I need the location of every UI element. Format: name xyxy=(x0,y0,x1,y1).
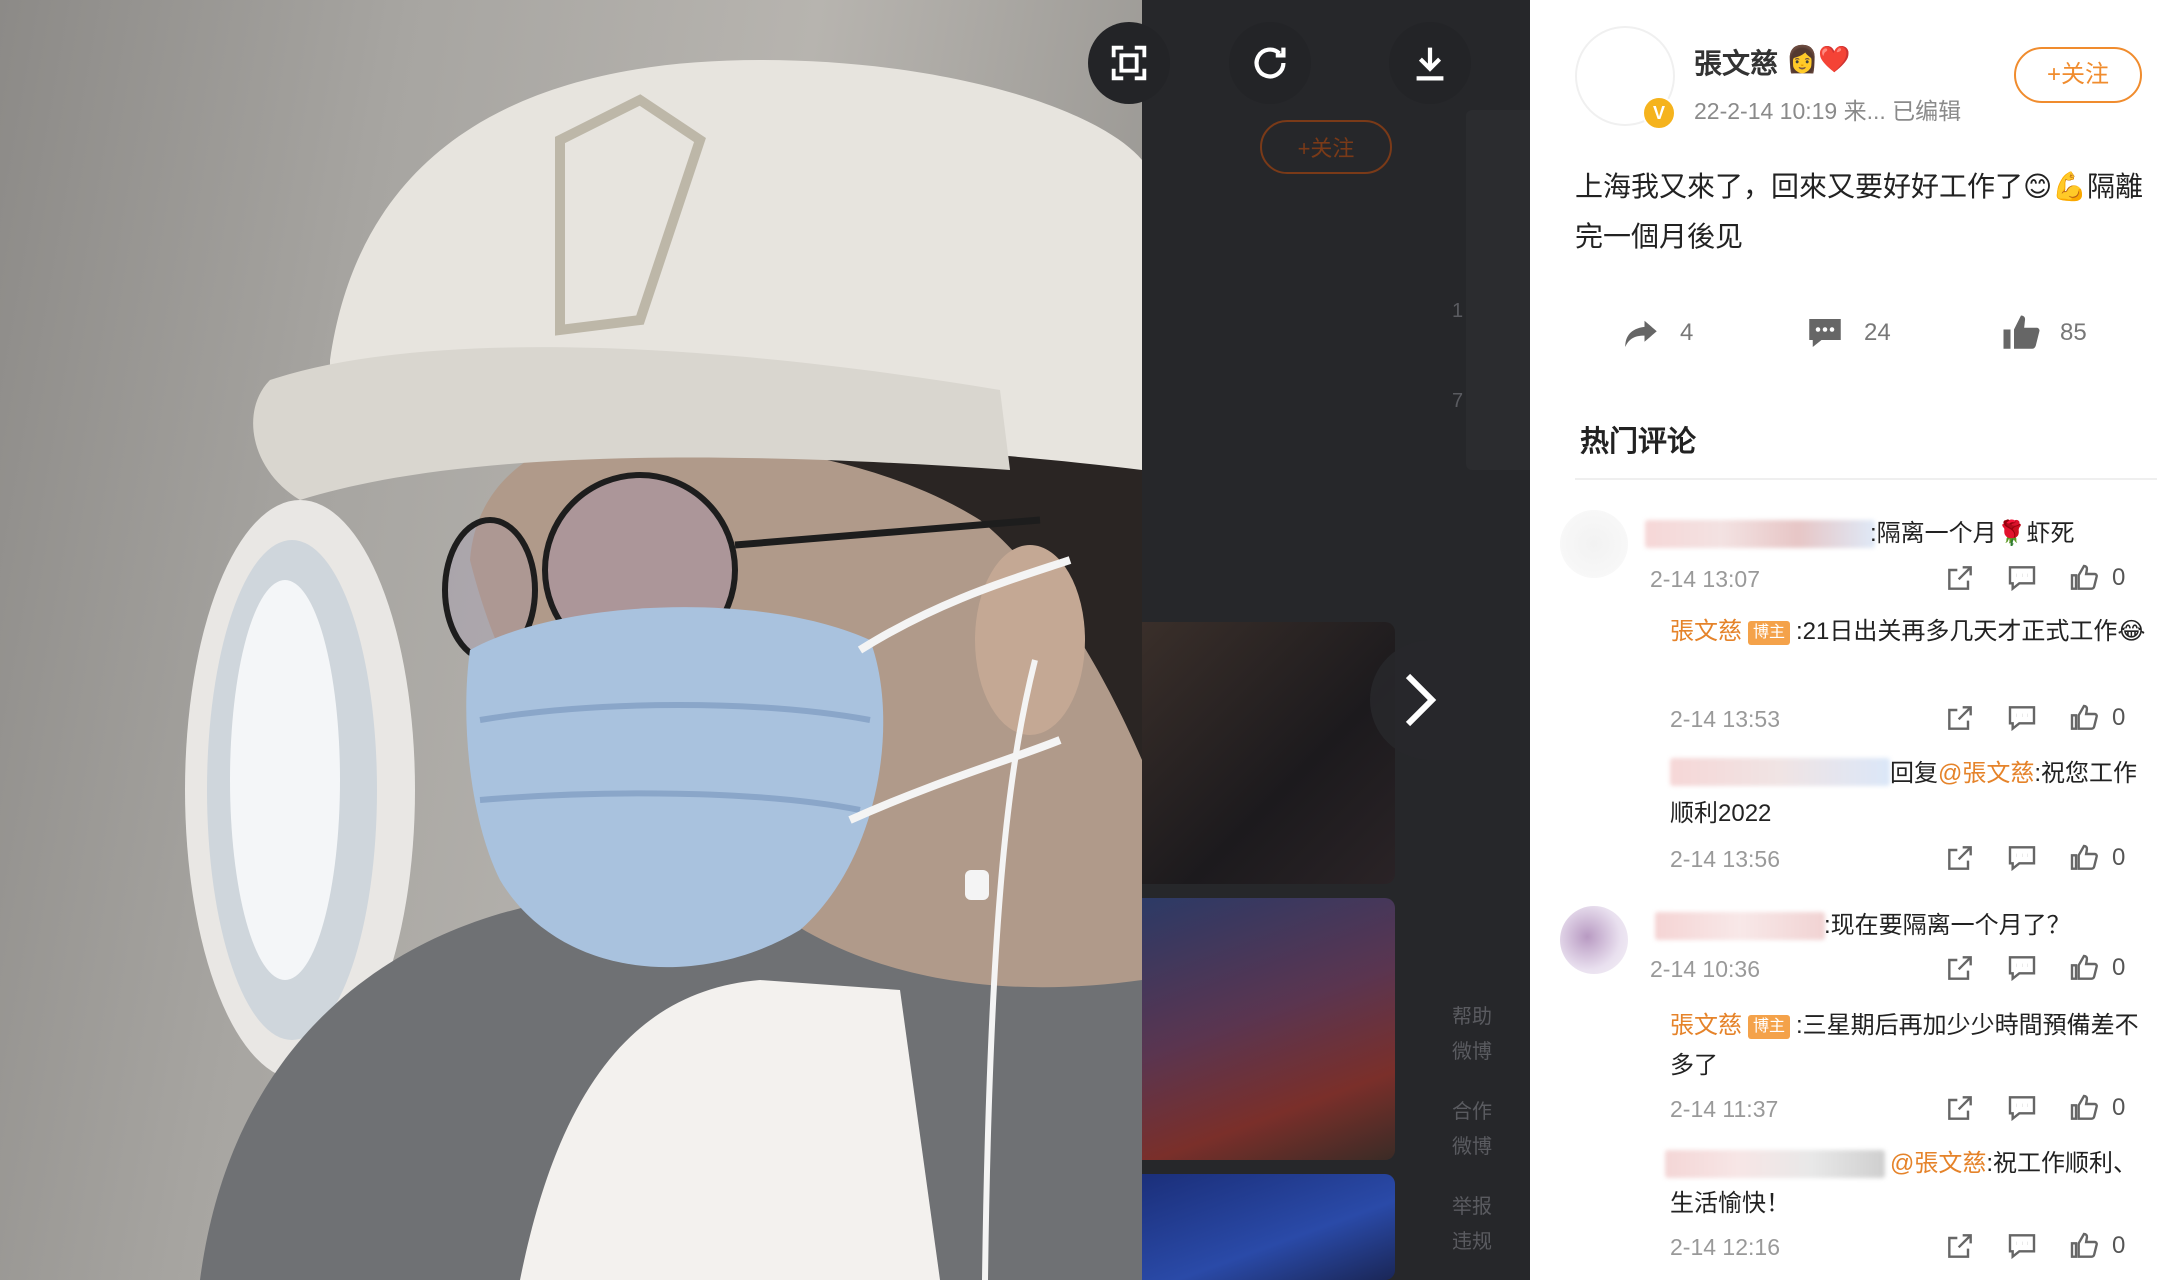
reply-text: @張文慈:祝工作顺利、生活愉快！ xyxy=(1670,1144,2150,1224)
reply-time: 2-14 11:37 xyxy=(1670,1096,1779,1122)
comment-actions: 0 xyxy=(1944,952,2125,984)
share-arrow-icon xyxy=(1625,320,1657,347)
share-icon[interactable] xyxy=(1944,842,1976,874)
background-text: 违规 xyxy=(1452,1231,1492,1253)
reply-icon[interactable] xyxy=(2006,952,2038,984)
download-button[interactable] xyxy=(1389,22,1471,104)
background-text: 合作 xyxy=(1452,1101,1492,1123)
comment-time: 2-14 10:36 xyxy=(1650,956,1760,982)
reply-text: 張文慈 博主:21日出关再多几天才正式工作😂 xyxy=(1670,612,2150,652)
hot-comments-title: 热门评论 xyxy=(1580,426,1697,458)
reply-body: :21日出关再多几天才正式工作😂 xyxy=(1796,618,2146,645)
thumbs-up-icon[interactable] xyxy=(2068,842,2100,874)
mention-link[interactable]: @張文慈 xyxy=(1938,760,2034,787)
thumbs-up-icon[interactable] xyxy=(2068,562,2100,594)
reply-time: 2-14 13:56 xyxy=(1670,846,1780,872)
comment-text: :现在要隔离一个月了？ xyxy=(1824,912,2071,939)
like-count: 85 xyxy=(2060,319,2087,346)
host-tag: 博主 xyxy=(1748,620,1791,645)
mention-link[interactable]: @張文慈 xyxy=(1890,1150,1986,1177)
background-thumbnail xyxy=(1142,622,1395,884)
comment-actions: 0 xyxy=(1944,562,2125,594)
commenter-avatar[interactable] xyxy=(1560,510,1628,578)
share-icon[interactable] xyxy=(1944,702,1976,734)
window-light xyxy=(230,580,340,980)
background-text: 举报 xyxy=(1452,1196,1492,1218)
photo-illustration xyxy=(185,60,1142,1280)
reply-actions: 0 xyxy=(1944,1230,2125,1262)
fullscreen-icon xyxy=(1111,45,1147,81)
post-panel: V 張文慈 👩‍❤️ 22-2-14 10:19 来... 已编辑 +关注 上海… xyxy=(1530,0,2184,1280)
background-text: 7 xyxy=(1452,390,1464,412)
comment-time: 2-14 13:07 xyxy=(1650,566,1760,592)
reply-username[interactable]: 張文慈 xyxy=(1670,1012,1742,1039)
background-follow-button: +关注 xyxy=(1260,120,1392,174)
background-thumbnail xyxy=(1142,1174,1395,1280)
background-text: 1 xyxy=(1452,300,1464,322)
reply-like-count: 0 xyxy=(2112,1094,2126,1121)
background-text: 微博 xyxy=(1452,1041,1492,1063)
fullscreen-button[interactable] xyxy=(1088,22,1170,104)
share-icon[interactable] xyxy=(1944,562,1976,594)
reply-icon[interactable] xyxy=(2006,702,2038,734)
share-icon[interactable] xyxy=(1944,1230,1976,1262)
background-sidebar xyxy=(1466,110,1530,470)
blurred-username xyxy=(1655,912,1825,940)
comment-text: :隔离一个月🌹虾死 xyxy=(1870,520,2075,547)
share-icon[interactable] xyxy=(1944,1092,1976,1124)
reply-username[interactable]: 張文慈 xyxy=(1670,618,1742,645)
reply-icon[interactable] xyxy=(2006,562,2038,594)
commenter-avatar[interactable] xyxy=(1560,906,1628,974)
share-icon[interactable] xyxy=(1944,952,1976,984)
download-icon xyxy=(1416,47,1444,81)
comment-icon xyxy=(1809,319,1841,347)
thumbs-up-icon[interactable] xyxy=(2068,1230,2100,1262)
repost-button[interactable]: 4 xyxy=(1620,308,1693,358)
comment-button[interactable]: 24 xyxy=(1804,308,1891,358)
reply-icon[interactable] xyxy=(2006,1092,2038,1124)
thumbs-up-icon[interactable] xyxy=(2068,702,2100,734)
comment-count: 24 xyxy=(1864,319,1891,346)
reply-icon[interactable] xyxy=(2006,1230,2038,1262)
reply-actions: 0 xyxy=(1944,1092,2125,1124)
reply-prefix: 回复 xyxy=(1890,760,1938,787)
background-thumbnail xyxy=(1142,898,1395,1160)
background-text: 帮助 xyxy=(1452,1006,1492,1028)
reply-like-count: 0 xyxy=(2112,1232,2126,1259)
image-viewer: +关注 1 7 帮助 微博 合作 微博 举报 违规 xyxy=(0,0,1530,1280)
post-photo xyxy=(0,0,1142,1280)
comment-like-count: 0 xyxy=(2112,564,2126,591)
post-meta: 22-2-14 10:19 来... 已编辑 xyxy=(1694,98,1962,124)
author-badge-icon: 👩‍❤️ xyxy=(1786,44,1851,74)
reply-icon[interactable] xyxy=(2006,842,2038,874)
reply-time: 2-14 13:53 xyxy=(1670,706,1780,732)
like-button[interactable]: 85 xyxy=(2000,308,2087,358)
thumbs-up-icon xyxy=(2003,315,2040,349)
reply-text: 回复@張文慈:祝您工作顺利2022 xyxy=(1670,754,2150,834)
reply-text: 張文慈 博主:三星期后再加少少時間預備差不多了 xyxy=(1670,1006,2150,1086)
earphone-remote xyxy=(965,870,989,900)
verified-badge: V xyxy=(1642,96,1676,130)
reply-like-count: 0 xyxy=(2112,704,2126,731)
background-text: 微博 xyxy=(1452,1136,1492,1158)
reply-actions: 0 xyxy=(1944,842,2125,874)
reply-time: 2-14 12:16 xyxy=(1670,1234,1780,1260)
follow-button[interactable]: +关注 xyxy=(2014,47,2142,103)
repost-count: 4 xyxy=(1680,319,1694,346)
comment-like-count: 0 xyxy=(2112,954,2126,981)
post-text: 上海我又來了，回來又要好好工作了😊💪隔離完一個月後见 xyxy=(1575,171,2144,252)
host-tag: 博主 xyxy=(1748,1014,1791,1039)
thumbs-up-icon[interactable] xyxy=(2068,1092,2100,1124)
author-name[interactable]: 張文慈 xyxy=(1694,42,1778,82)
thumbs-up-icon[interactable] xyxy=(2068,952,2100,984)
chevron-right-icon xyxy=(1405,673,1437,727)
blurred-username xyxy=(1645,520,1875,548)
rotate-button[interactable] xyxy=(1229,22,1311,104)
rotate-icon xyxy=(1254,47,1286,79)
reply-like-count: 0 xyxy=(2112,844,2126,871)
divider xyxy=(1575,478,2157,480)
reply-actions: 0 xyxy=(1944,702,2125,734)
